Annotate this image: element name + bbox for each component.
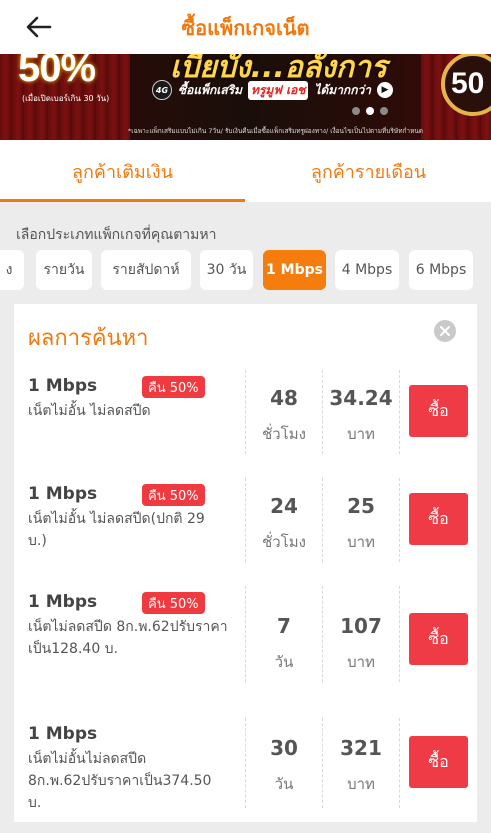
package-description: เน็ตไม่อั้น ไม่ลดสปีด: [28, 403, 151, 419]
carousel-dots: [352, 107, 388, 115]
page-title: ซื้อแพ็กเกจเน็ต: [181, 16, 310, 40]
filter-chip-4mbps[interactable]: 4 Mbps: [335, 250, 399, 290]
package-row: 1 Mbps เน็ตไม่อั้นไม่ลดสปีด 8ก.พ.62ปรับร…: [14, 718, 477, 822]
package-speed: 1 Mbps: [28, 376, 98, 396]
buy-button[interactable]: ซื้อ: [409, 493, 468, 545]
banner-sub-tail: ได้มากกว่า: [314, 82, 371, 97]
buy-button[interactable]: ซื้อ: [409, 736, 468, 788]
package-duration: 48: [270, 386, 298, 410]
duration-unit: ชั่วโมง: [262, 533, 306, 551]
duration-unit: วัน: [274, 653, 294, 671]
price-unit: บาท: [347, 533, 375, 551]
customer-tabs: ลูกค้าเติมเงิน ลูกค้ารายเดือน: [0, 140, 491, 202]
filter-chip-weekly[interactable]: รายสัปดาห์: [101, 250, 191, 290]
filter-chip-6mbps[interactable]: 6 Mbps: [409, 250, 473, 290]
play-icon: ▶: [376, 82, 393, 98]
price-unit: บาท: [347, 775, 375, 793]
banner-note: (เมื่อเปิดเบอร์เกิน 30 วัน): [22, 94, 110, 103]
package-row: 1 Mbps คืน 50% เน็ตไม่ลดสปีด 8ก.พ.62ปรับ…: [14, 586, 477, 702]
package-speed: 1 Mbps: [28, 484, 98, 504]
banner-sub-text: ซื้อแพ็กเสริม: [178, 82, 243, 97]
cashback-badge: คืน 50%: [142, 592, 205, 614]
banner-subline: 4G ซื้อแพ็กเสริม ทรูมูฟ เอช ได้มากกว่า ▶: [152, 78, 393, 102]
results-title: ผลการค้นหา: [28, 326, 149, 351]
carousel-dot[interactable]: [352, 107, 360, 115]
filter-chip-partial[interactable]: ง: [0, 250, 24, 290]
results-panel: ผลการค้นหา 1 Mbps คืน 50% เน็ตไม่อั้น ไม…: [14, 304, 477, 822]
package-row: 1 Mbps คืน 50% เน็ตไม่อั้น ไม่ลดสปีด(ปกต…: [14, 478, 477, 584]
package-description: เน็ตไม่อั้น ไม่ลดสปีด(ปกติ 29 บ.): [28, 511, 205, 549]
buy-button[interactable]: ซื้อ: [409, 385, 468, 437]
package-price: 25: [347, 494, 375, 518]
package-price: 34.24: [329, 386, 393, 410]
filter-chip-daily[interactable]: รายวัน: [36, 250, 92, 290]
column-divider: [399, 478, 400, 562]
package-speed: 1 Mbps: [28, 592, 98, 612]
duration-unit: ชั่วโมง: [262, 425, 306, 443]
buy-button[interactable]: ซื้อ: [409, 613, 468, 665]
banner-brand: ทรูมูฟ เอช: [248, 80, 309, 100]
filter-chip-1mbps[interactable]: 1 Mbps: [263, 250, 326, 290]
banner-footnote: *เฉพาะแพ็กเสริมแบบไม่เกิน 7วัน/ รับเงินค…: [128, 127, 424, 135]
duration-unit: วัน: [274, 775, 294, 793]
package-price: 107: [340, 614, 382, 638]
package-speed: 1 Mbps: [28, 724, 98, 744]
filter-chip-30days[interactable]: 30 วัน: [200, 250, 253, 290]
close-icon: [440, 326, 450, 336]
filter-chip-bar[interactable]: ง รายวัน รายสัปดาห์ 30 วัน 1 Mbps 4 Mbps…: [0, 250, 491, 290]
banner-percent: 50%: [18, 54, 96, 90]
package-duration: 7: [277, 614, 291, 638]
close-button[interactable]: [434, 320, 456, 342]
package-duration: 24: [270, 494, 298, 518]
promo-banner[interactable]: 50% (เมื่อเปิดเบอร์เกิน 30 วัน) เบียบัง.…: [0, 54, 491, 140]
price-unit: บาท: [347, 425, 375, 443]
package-description: เน็ตไม่อั้นไม่ลดสปีด 8ก.พ.62ปรับราคาเป็น…: [28, 751, 212, 811]
carousel-dot[interactable]: [380, 107, 388, 115]
4g-badge-icon: 4G: [152, 80, 172, 100]
tab-postpaid[interactable]: ลูกค้ารายเดือน: [246, 140, 491, 202]
cashback-badge: คืน 50%: [142, 484, 205, 506]
package-description: เน็ตไม่ลดสปีด 8ก.พ.62ปรับราคาเป็น128.40 …: [28, 619, 228, 657]
price-unit: บาท: [347, 653, 375, 671]
cashback-badge: คืน 50%: [142, 376, 205, 398]
column-divider: [399, 718, 400, 808]
tab-prepaid[interactable]: ลูกค้าเติมเงิน: [0, 140, 245, 202]
package-duration: 30: [270, 736, 298, 760]
filter-label: เลือกประเภทแพ็กเกจที่คุณตามหา: [16, 227, 217, 243]
header-bar: ซื้อแพ็กเกจเน็ต: [0, 0, 491, 54]
package-row: 1 Mbps คืน 50% เน็ตไม่อั้น ไม่ลดสปีด 48 …: [14, 370, 477, 476]
carousel-dot-active[interactable]: [366, 107, 374, 115]
package-price: 321: [340, 736, 382, 760]
column-divider: [399, 586, 400, 682]
column-divider: [399, 370, 400, 454]
